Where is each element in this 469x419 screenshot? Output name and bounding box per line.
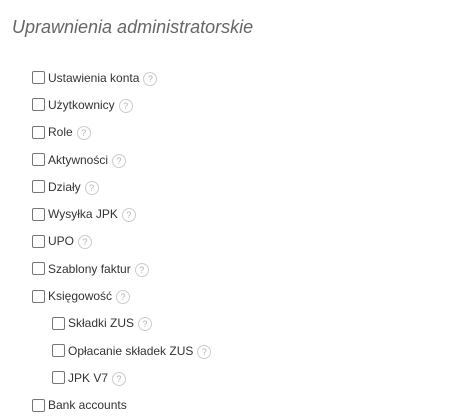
permission-row-szablony-faktur: Szablony faktur ? [32,255,452,282]
uzytkownicy-checkbox[interactable] [32,98,45,112]
role-checkbox[interactable] [32,125,45,139]
szablony-faktur-label[interactable]: Szablony faktur [48,262,131,276]
jpk-v7-checkbox[interactable] [52,371,65,385]
permission-row-jpk-v7: JPK V7 ? [32,364,452,391]
aktywnosci-checkbox[interactable] [32,153,45,167]
upo-label[interactable]: UPO [48,234,74,248]
help-icon[interactable]: ? [134,262,149,277]
upo-checkbox[interactable] [32,234,45,248]
help-icon[interactable]: ? [84,180,99,195]
help-icon[interactable]: ? [76,126,91,141]
permission-row-role: Role ? [32,119,452,146]
oplacanie-skladek-zus-label[interactable]: Opłacanie składek ZUS [68,344,193,358]
help-icon[interactable]: ? [138,317,153,332]
permission-row-upo: UPO ? [32,228,452,255]
ustawienia-konta-label[interactable]: Ustawienia konta [48,71,139,85]
permission-row-skladki-zus: Składki ZUS ? [32,310,452,337]
skladki-zus-label[interactable]: Składki ZUS [68,316,134,330]
jpk-v7-label[interactable]: JPK V7 [68,371,108,385]
permission-row-aktywnosci: Aktywności ? [32,146,452,173]
ksiegowosc-checkbox[interactable] [32,289,45,303]
permission-row-wysylka-jpk: Wysyłka JPK ? [32,200,452,227]
section-title: Uprawnienia administratorskie [12,17,254,37]
ksiegowosc-label[interactable]: Księgowość [48,289,112,303]
help-icon[interactable]: ? [197,344,212,359]
aktywnosci-label[interactable]: Aktywności [48,153,108,167]
help-icon[interactable]: ? [116,290,131,305]
szablony-faktur-checkbox[interactable] [32,262,45,276]
help-icon[interactable]: ? [118,98,133,113]
uzytkownicy-label[interactable]: Użytkownicy [48,98,115,112]
permission-row-uzytkownicy: Użytkownicy ? [32,91,452,118]
help-icon[interactable]: ? [112,153,127,168]
permission-row-dzialy: Działy ? [32,173,452,200]
skladki-zus-checkbox[interactable] [52,316,65,330]
bank-accounts-label[interactable]: Bank accounts [48,398,127,412]
help-icon[interactable]: ? [121,208,136,223]
wysylka-jpk-label[interactable]: Wysyłka JPK [48,207,118,221]
permission-row-ustawienia-konta: Ustawienia konta ? [32,64,452,91]
permission-row-oplacanie-skladek-zus: Opłacanie składek ZUS ? [32,337,452,364]
bank-accounts-checkbox[interactable] [32,398,45,412]
dzialy-label[interactable]: Działy [48,180,81,194]
permission-row-bank-accounts: Bank accounts [32,392,452,419]
permissions-list: Ustawienia konta ? Użytkownicy ? Role ? … [32,64,452,419]
dzialy-checkbox[interactable] [32,180,45,194]
wysylka-jpk-checkbox[interactable] [32,207,45,221]
permission-row-ksiegowosc: Księgowość ? [32,282,452,309]
oplacanie-skladek-zus-checkbox[interactable] [52,344,65,358]
ustawienia-konta-checkbox[interactable] [32,71,45,85]
help-icon[interactable]: ? [143,71,158,86]
role-label[interactable]: Role [48,125,73,139]
help-icon[interactable]: ? [78,235,93,250]
help-icon[interactable]: ? [112,371,127,386]
